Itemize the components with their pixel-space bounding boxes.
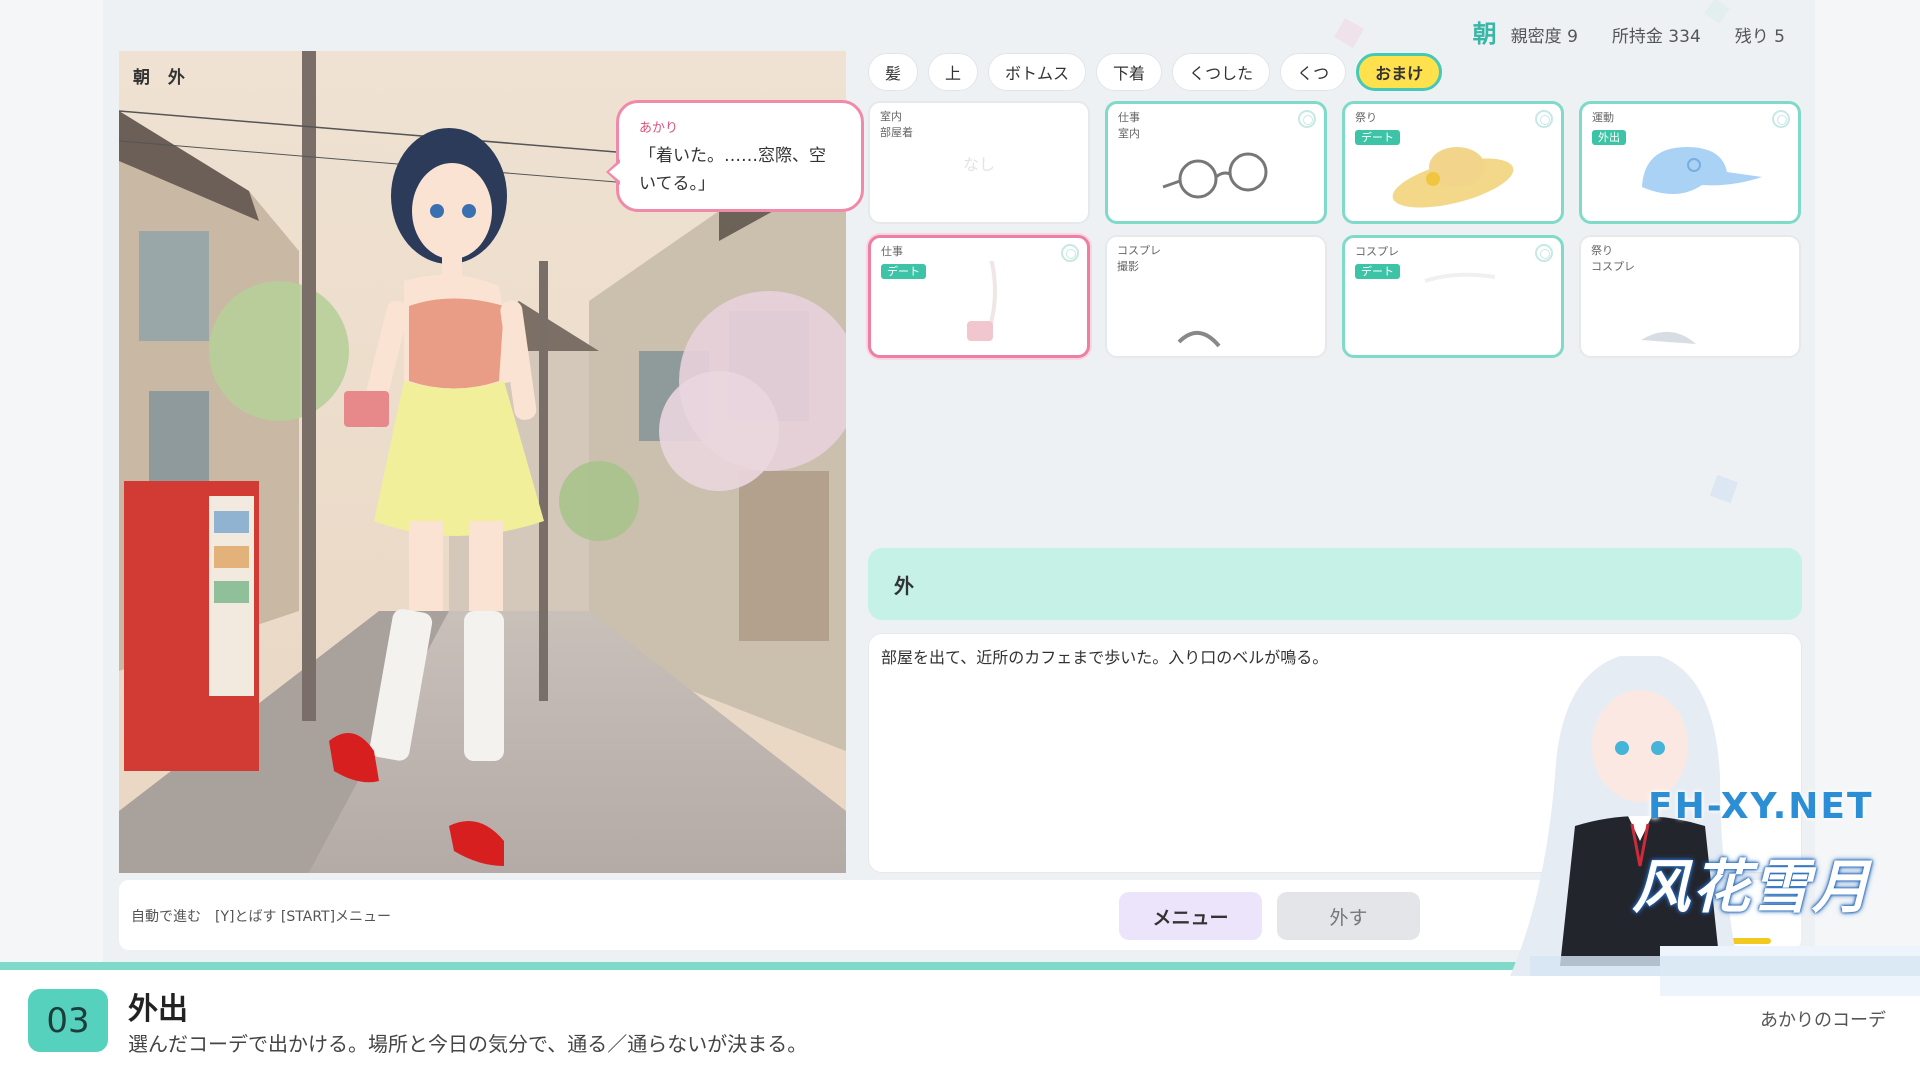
item-card[interactable]: 祭り コスプレ — [1579, 235, 1801, 358]
item-card[interactable]: 仕事 デート — [868, 235, 1090, 358]
location-header: 外 — [868, 548, 1802, 620]
decor-diamond — [1709, 474, 1739, 504]
item-tag: 祭り — [1355, 111, 1377, 124]
selected-check-icon — [1535, 110, 1553, 128]
item-card[interactable]: 祭り デート — [1342, 101, 1564, 224]
speaker-name: あかり — [639, 121, 679, 136]
item-tag: 祭り — [1591, 244, 1613, 257]
remaining-counter: 残り 5 — [1734, 27, 1785, 47]
animal-ears-icon — [1581, 262, 1799, 352]
item-tag: 運動 — [1592, 111, 1614, 124]
none-icon — [870, 128, 1088, 218]
item-tag: 仕事 — [1118, 111, 1140, 124]
dialogue-line: 「着いた。……窓際、空いてる。」 — [639, 146, 826, 194]
cat-ears-headband-icon — [1107, 262, 1325, 352]
selected-check-icon — [1772, 110, 1790, 128]
watermark-logo-text: 风花雪月 — [1632, 853, 1873, 921]
decor-diamond — [1333, 17, 1365, 49]
narration-text: 部屋を出て、近所のカフェまで歩いた。入り口のベルが鳴る。 — [881, 648, 1329, 667]
control-hint: 自動で進む [Y]とばす [START]メニュー — [131, 909, 392, 925]
menu-button[interactable]: メニュー — [1119, 892, 1262, 940]
caption-description: 選んだコーデで出かける。場所と今日の気分で、通る／通らないが決まる。 — [128, 1032, 808, 1056]
selected-check-icon — [1298, 110, 1316, 128]
category-tabs: 髪上ボトムス 下着 くつした くつ おまけ — [868, 53, 1443, 91]
glasses-icon — [1108, 127, 1324, 217]
item-card[interactable]: コスプレ 撮影 — [1105, 235, 1327, 358]
time-of-day: 朝 — [1472, 20, 1497, 48]
tab-1[interactable]: 上 — [928, 53, 979, 91]
sun-hat-icon — [1345, 127, 1561, 217]
speech-bubble: あかり 「着いた。……窓際、空いてる。」 — [606, 100, 864, 212]
money-counter: 所持金 334 — [1611, 27, 1701, 47]
step-number-badge: 03 — [28, 989, 108, 1052]
shoulder-bag-icon — [871, 250, 1087, 351]
item-tag: コスプレ — [1355, 245, 1399, 258]
item-card[interactable]: コスプレ デート — [1342, 235, 1564, 358]
selected-check-icon — [1061, 244, 1079, 262]
item-tag: 室内 — [880, 110, 902, 123]
selected-check-icon — [1535, 244, 1553, 262]
tab-6[interactable]: おまけ — [1356, 53, 1443, 91]
intimacy-counter: 親密度 9 — [1510, 27, 1578, 47]
scene-label: 朝 外 — [133, 68, 191, 88]
game-screen: 朝 親密度 9 所持金 334 残り 5 朝 外 あかり 「着いた。……窓際、空… — [0, 0, 1920, 1080]
item-card[interactable]: 運動 外出 — [1579, 101, 1801, 224]
status-bar: 朝 親密度 9 所持金 334 残り 5 — [1473, 14, 1785, 49]
item-card[interactable]: 仕事 室内 — [1105, 101, 1327, 224]
ribbon-icon — [1345, 261, 1561, 351]
watermark-url: FH-XY.NET — [1648, 786, 1874, 827]
tab-2[interactable]: ボトムス — [988, 53, 1087, 91]
item-grid: 室内 部屋着 なし 仕事 室内 祭り デート 運動 外出 仕事 デート コスプレ 撮影 コスプレ デート 祭り… — [868, 101, 1802, 358]
tab-0[interactable]: 髪 — [868, 53, 919, 91]
caption-title: 外出 — [128, 992, 188, 1027]
tab-4[interactable]: くつした — [1172, 53, 1271, 91]
cap-icon — [1582, 127, 1798, 217]
tab-3[interactable]: 下着 — [1096, 53, 1163, 91]
item-tag: コスプレ — [1117, 244, 1161, 257]
tab-5[interactable]: くつ — [1280, 53, 1347, 91]
item-card[interactable]: 室内 部屋着 なし — [868, 101, 1090, 224]
caption-subtitle: あかりのコーデ — [1760, 1010, 1886, 1031]
item-tag: 仕事 — [881, 245, 903, 258]
